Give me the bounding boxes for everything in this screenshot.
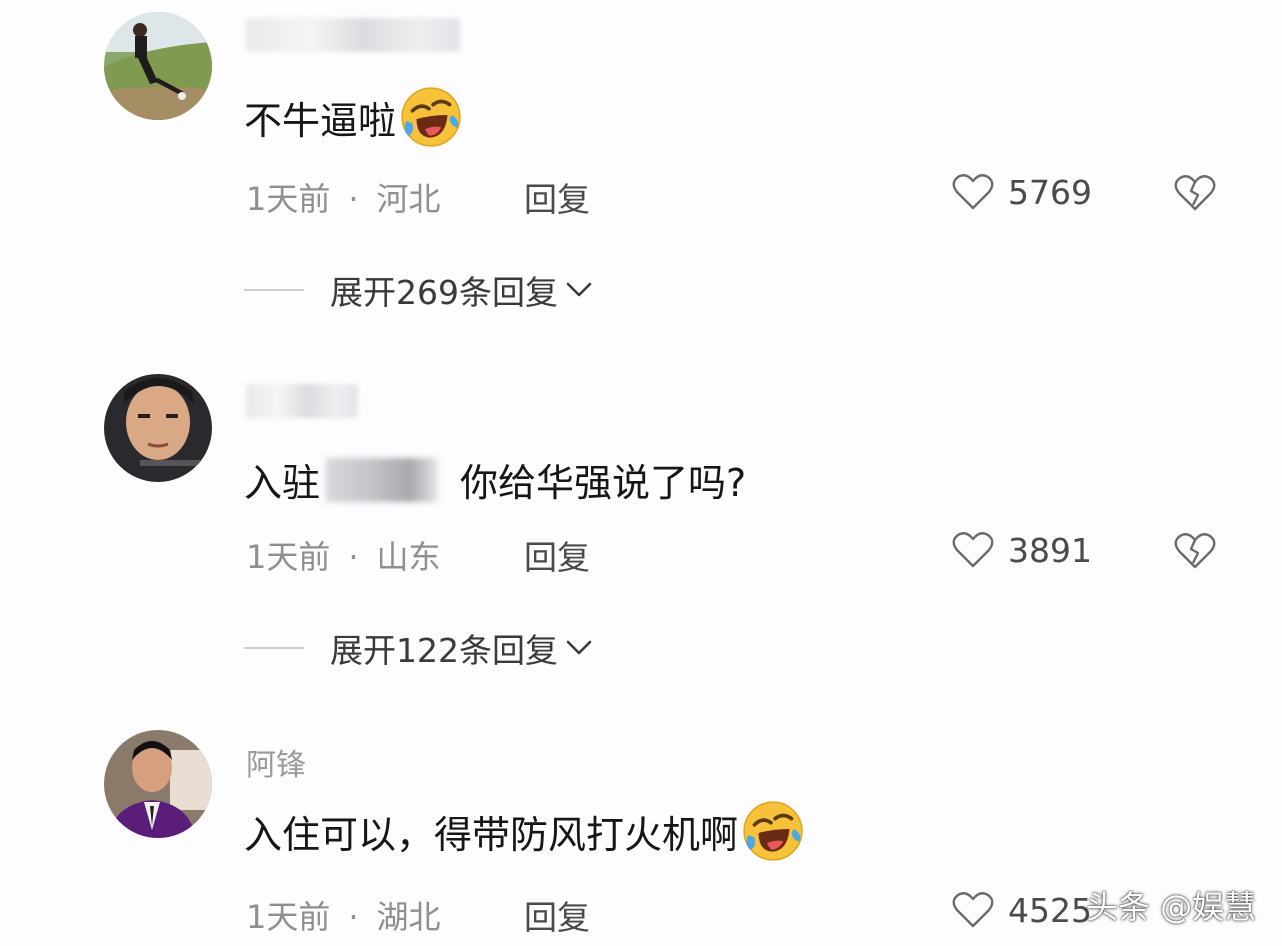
- expand-replies-button[interactable]: 展开269条回复: [244, 266, 594, 314]
- separator-dot: ·: [348, 898, 359, 936]
- comment-meta: 1天前 · 山东: [246, 532, 441, 578]
- username-blurred: [246, 18, 460, 52]
- laughing-crying-emoji-icon: [743, 801, 803, 861]
- avatar[interactable]: [104, 374, 212, 482]
- heart-icon: [952, 174, 994, 210]
- comment-meta: 1天前 · 河北: [246, 174, 441, 220]
- expand-replies-button[interactable]: 展开122条回复: [244, 624, 594, 672]
- username-blurred: [246, 384, 358, 418]
- laughing-crying-emoji-icon: [401, 87, 461, 147]
- avatar-image-2: [104, 374, 212, 482]
- comment-location: 湖北: [376, 898, 441, 936]
- broken-heart-icon[interactable]: [1174, 173, 1216, 213]
- separator-dot: ·: [348, 180, 359, 218]
- chevron-down-icon: [566, 640, 592, 655]
- avatar-image-3: [104, 730, 212, 838]
- divider-line: [244, 289, 304, 291]
- comment-time: 1天前: [246, 898, 331, 936]
- heart-icon: [952, 892, 994, 928]
- avatar-image-1: [104, 12, 212, 120]
- like-button[interactable]: 5769: [952, 172, 1092, 212]
- reply-button[interactable]: 回复: [524, 531, 590, 579]
- broken-heart-icon[interactable]: [1174, 531, 1216, 571]
- avatar[interactable]: [104, 730, 212, 838]
- like-count: 5769: [1008, 172, 1092, 212]
- comment-text: 入住可以，得带防风打火机啊: [244, 798, 806, 864]
- watermark: 头条 @娱慧: [1086, 888, 1257, 926]
- avatar[interactable]: [104, 12, 212, 120]
- comment-text: 不牛逼啦: [244, 84, 464, 150]
- heart-icon: [952, 532, 994, 568]
- reply-button[interactable]: 回复: [524, 891, 590, 939]
- censored-text-blur: [326, 457, 439, 502]
- comment-time: 1天前: [246, 180, 331, 218]
- like-count: 3891: [1008, 530, 1092, 570]
- like-button[interactable]: 3891: [952, 530, 1092, 570]
- divider-line: [244, 647, 304, 649]
- reply-button[interactable]: 回复: [524, 173, 590, 221]
- comment-location: 山东: [376, 538, 441, 576]
- like-count: 4525: [1008, 890, 1092, 930]
- username[interactable]: 阿锋: [246, 740, 306, 784]
- separator-dot: ·: [348, 538, 359, 576]
- chevron-down-icon: [566, 282, 592, 297]
- comment-meta: 1天前 · 湖北: [246, 892, 441, 938]
- comment-text: 入驻 你给华强说了吗?: [244, 452, 746, 507]
- comment-time: 1天前: [246, 538, 331, 576]
- comment-location: 河北: [376, 180, 441, 218]
- like-button[interactable]: 4525: [952, 890, 1092, 930]
